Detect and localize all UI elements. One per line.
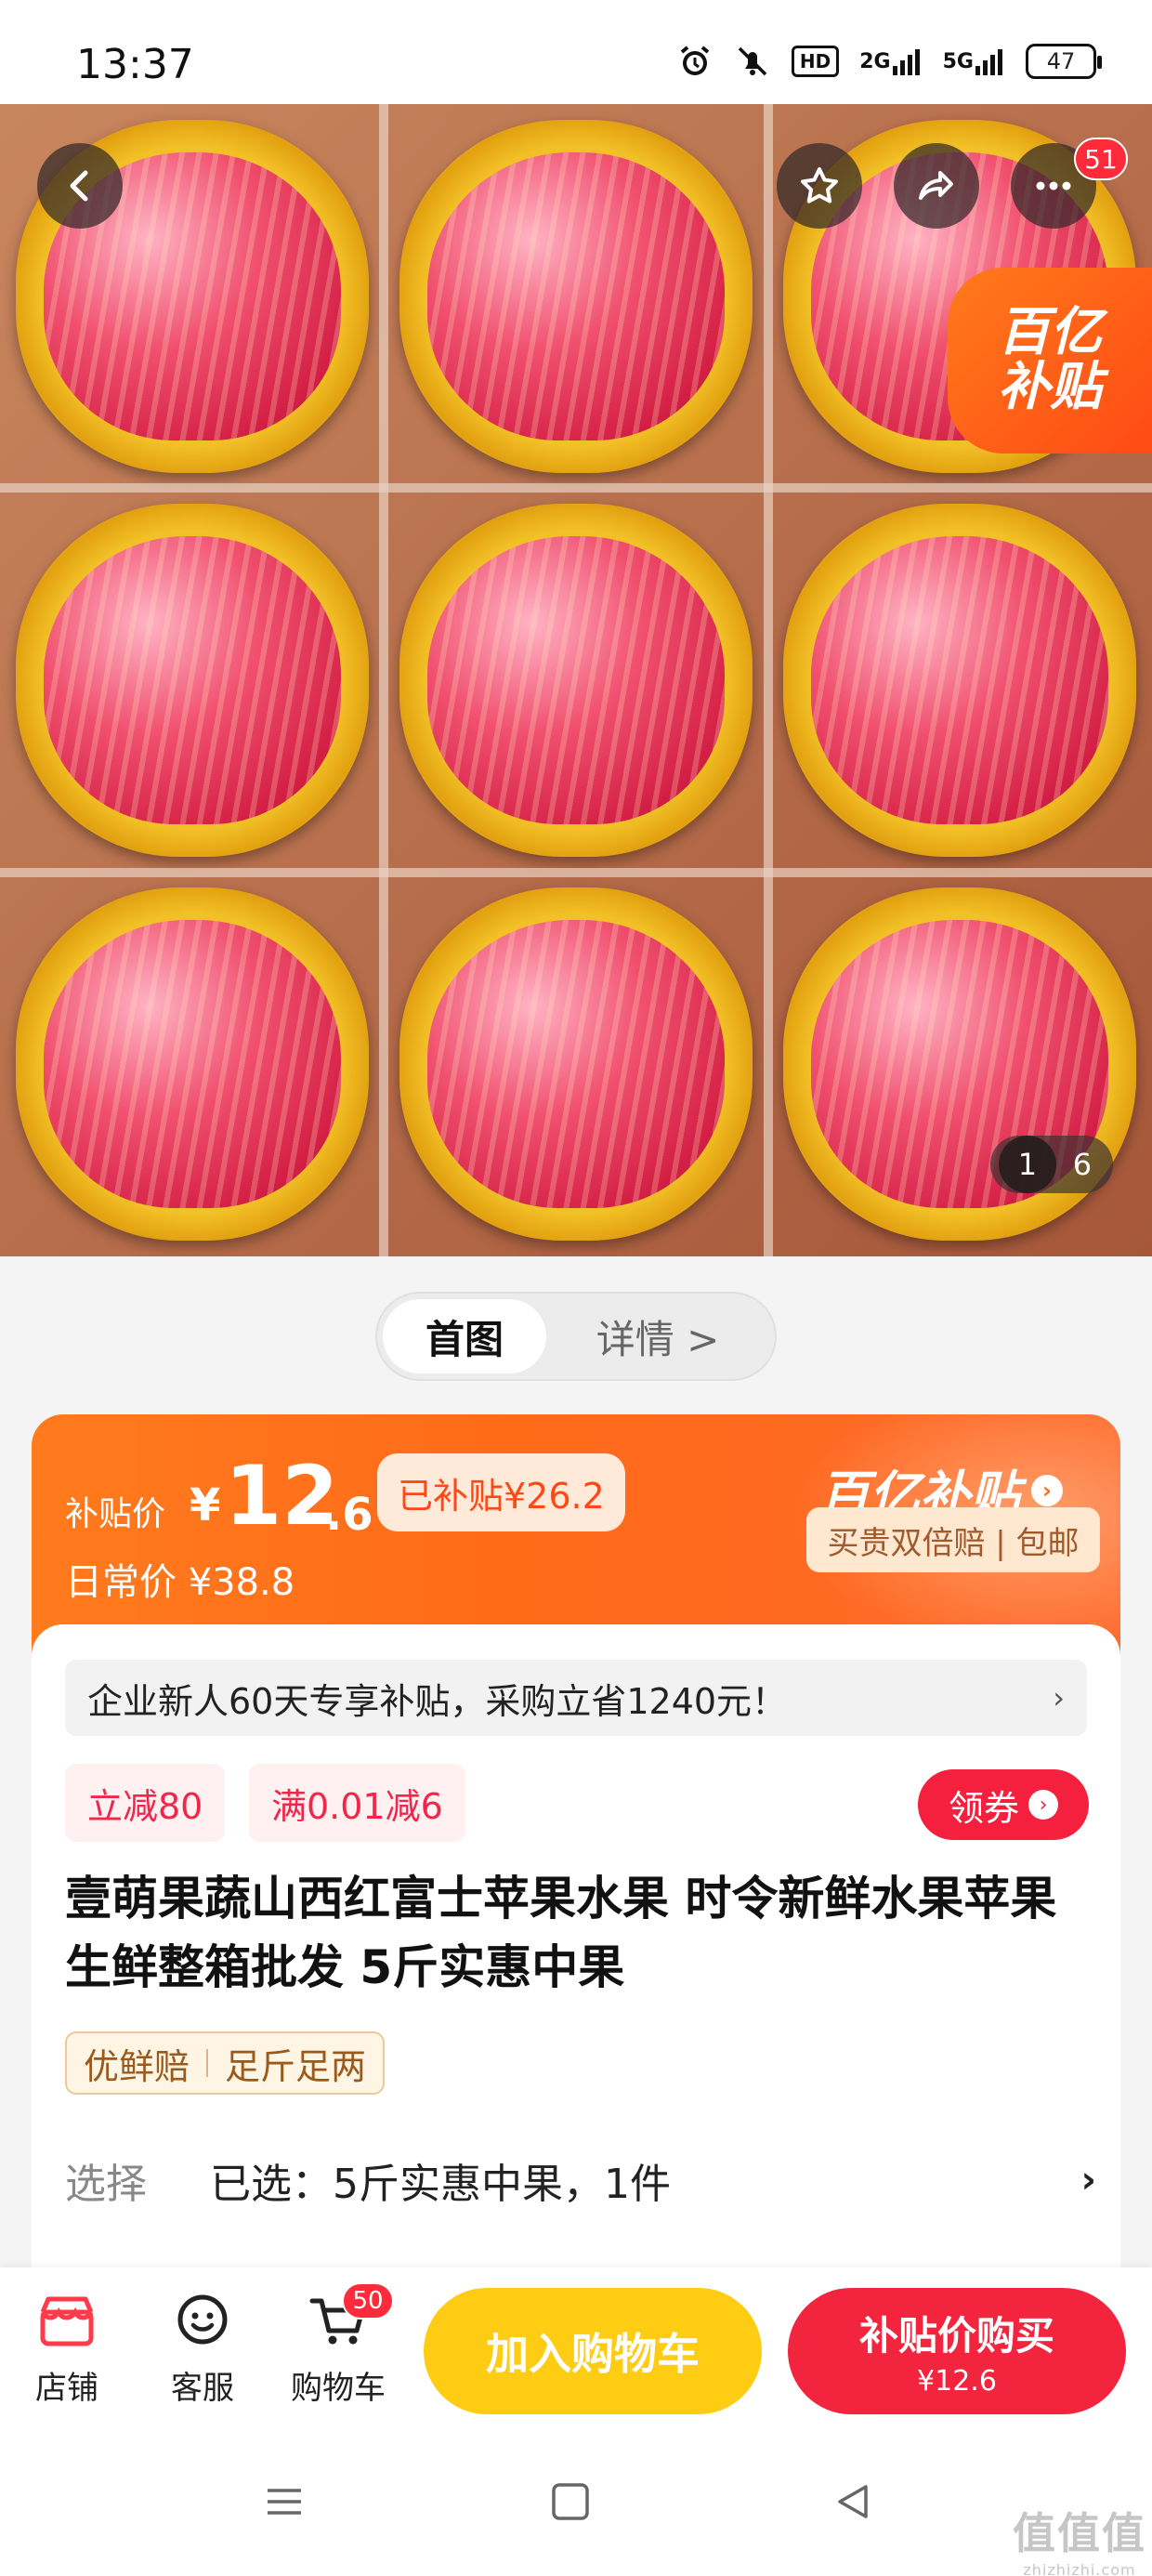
promo-text: 企业新人60天专享补贴，采购立省1240元！ (87, 1680, 788, 1722)
alarm-icon (676, 43, 713, 80)
crate-divider (764, 104, 773, 1256)
battery-icon: 47 (1026, 44, 1102, 79)
apple-image (767, 872, 1151, 1255)
customer-service-icon (177, 2294, 228, 2345)
apple-image (0, 872, 384, 1255)
chevron-right-icon: › (1053, 1680, 1065, 1715)
subsidy-price-label: 补贴价 (65, 1495, 166, 1533)
bottom-action-bar: 店铺 客服 购物车 50 加入购物车 补贴价购买 ¥12.6 (0, 2267, 1152, 2425)
system-nav-bar (0, 2425, 1152, 2576)
signal-5g-icon: 5G (943, 43, 1005, 80)
crate-divider (0, 483, 1152, 493)
buy-now-price: ¥12.6 (917, 2365, 997, 2398)
apple-image (384, 872, 767, 1255)
sku-selector[interactable]: 选择 已选：5斤实惠中果，1件 › (65, 2143, 1096, 2217)
customer-service-button[interactable]: 客服 (147, 2288, 258, 2408)
hd-icon: HD (791, 46, 840, 77)
signal-2g-label: 2G (859, 49, 891, 73)
claim-coupon-button[interactable]: 领券 › (918, 1769, 1089, 1840)
coupon-tag[interactable]: 立减80 (65, 1764, 226, 1842)
share-button[interactable] (894, 143, 979, 229)
image-tabs: 首图 详情 > (375, 1292, 777, 1381)
chevron-right-icon: › (1028, 1790, 1058, 1820)
watermark: 值值值 zhizhizhi.com (1013, 2500, 1146, 2576)
menu-icon (268, 2489, 301, 2515)
menu-button[interactable] (256, 2474, 312, 2530)
star-icon (801, 167, 838, 204)
home-button[interactable] (543, 2474, 598, 2530)
back-button[interactable] (37, 143, 123, 229)
mute-icon (734, 43, 771, 80)
chevron-right-icon: › (1031, 1474, 1063, 1506)
apple-image (0, 488, 384, 872)
price-decimal: .6 (325, 1489, 373, 1541)
crate-divider (0, 868, 1152, 877)
apple-image (767, 488, 1151, 872)
claim-coupon-label: 领券 (948, 1787, 1019, 1829)
apple-image (384, 104, 767, 488)
currency-symbol: ¥ (190, 1479, 221, 1531)
product-title: 壹萌果蔬山西红富士苹果水果 时令新鲜水果苹果生鲜整箱批发 5斤实惠中果 (65, 1872, 1057, 1994)
promo-banner[interactable]: 企业新人60天专享补贴，采购立省1240元！ › (65, 1660, 1087, 1736)
price-card: 补贴价 ¥ 12 .6 已补贴¥26.2 日常价 ¥38.8 百亿补贴 › 买贵… (32, 1414, 1120, 1656)
notification-badge: 51 (1074, 138, 1128, 180)
cart-label: 购物车 (291, 2370, 386, 2407)
product-info-card: 企业新人60天专享补贴，采购立省1240元！ › 立减80 满0.01减6 领券… (32, 1624, 1120, 2275)
selected-sku: 已选：5斤实惠中果，1件 (210, 2161, 671, 2208)
shop-button[interactable]: 店铺 (11, 2288, 123, 2408)
chevron-right-icon: › (1080, 2159, 1096, 2201)
signal-2g-icon: 2G (859, 43, 922, 80)
signal-5g-label: 5G (942, 49, 974, 73)
cart-button[interactable]: 购物车 50 (282, 2282, 394, 2408)
back-nav-button[interactable] (825, 2474, 881, 2530)
watermark-sub: zhizhizhi.com (1023, 2561, 1136, 2576)
more-dots-icon (1036, 181, 1071, 191)
status-icons: HD 2G 5G 47 (676, 43, 1102, 80)
shop-icon (40, 2296, 94, 2346)
page-indicator: 1 6 (990, 1136, 1113, 1193)
tab-detail[interactable]: 详情 > (546, 1299, 769, 1373)
guarantee-badge: 买贵双倍赔 | 包邮 (806, 1507, 1100, 1572)
favorite-button[interactable] (777, 143, 862, 229)
buy-now-button[interactable]: 补贴价购买 ¥12.6 (788, 2288, 1126, 2414)
page-current: 1 (998, 1136, 1056, 1193)
service-tag: 足斤足两 (225, 2045, 367, 2087)
apple-image (384, 488, 767, 872)
watermark-main: 值值值 (1013, 2508, 1146, 2558)
daily-price: 日常价 ¥38.8 (65, 1561, 295, 1604)
status-bar: 13:37 HD 2G 5G 47 (0, 0, 1152, 104)
subsidy-amount-badge: 已补贴¥26.2 (377, 1453, 625, 1531)
page-total: 6 (1072, 1147, 1093, 1182)
subsidy-sticker-line1: 百亿 (998, 302, 1102, 363)
share-icon (919, 171, 953, 200)
customer-service-label: 客服 (171, 2370, 234, 2407)
service-tag: 优鲜赔 (84, 2045, 190, 2087)
add-to-cart-button[interactable]: 加入购物车 (424, 2288, 762, 2414)
cart-count-badge: 50 (342, 2282, 394, 2320)
service-tags: 优鲜赔 足斤足两 (65, 2031, 386, 2095)
home-square-icon (552, 2483, 589, 2520)
select-label: 选择 (65, 2161, 147, 2208)
price-integer: 12 (225, 1448, 339, 1544)
buy-now-label: 补贴价购买 (858, 2313, 1054, 2359)
coupon-tag[interactable]: 满0.01减6 (249, 1764, 465, 1842)
shop-label: 店铺 (35, 2370, 98, 2407)
subsidy-sticker-line2: 补贴 (998, 357, 1102, 417)
back-triangle-icon (838, 2485, 868, 2518)
status-time: 13:37 (76, 41, 194, 88)
crate-divider (379, 104, 388, 1256)
tab-main-image[interactable]: 首图 (383, 1299, 546, 1373)
chevron-left-icon (70, 170, 88, 202)
subsidy-sticker: 百亿 补贴 (948, 268, 1152, 453)
